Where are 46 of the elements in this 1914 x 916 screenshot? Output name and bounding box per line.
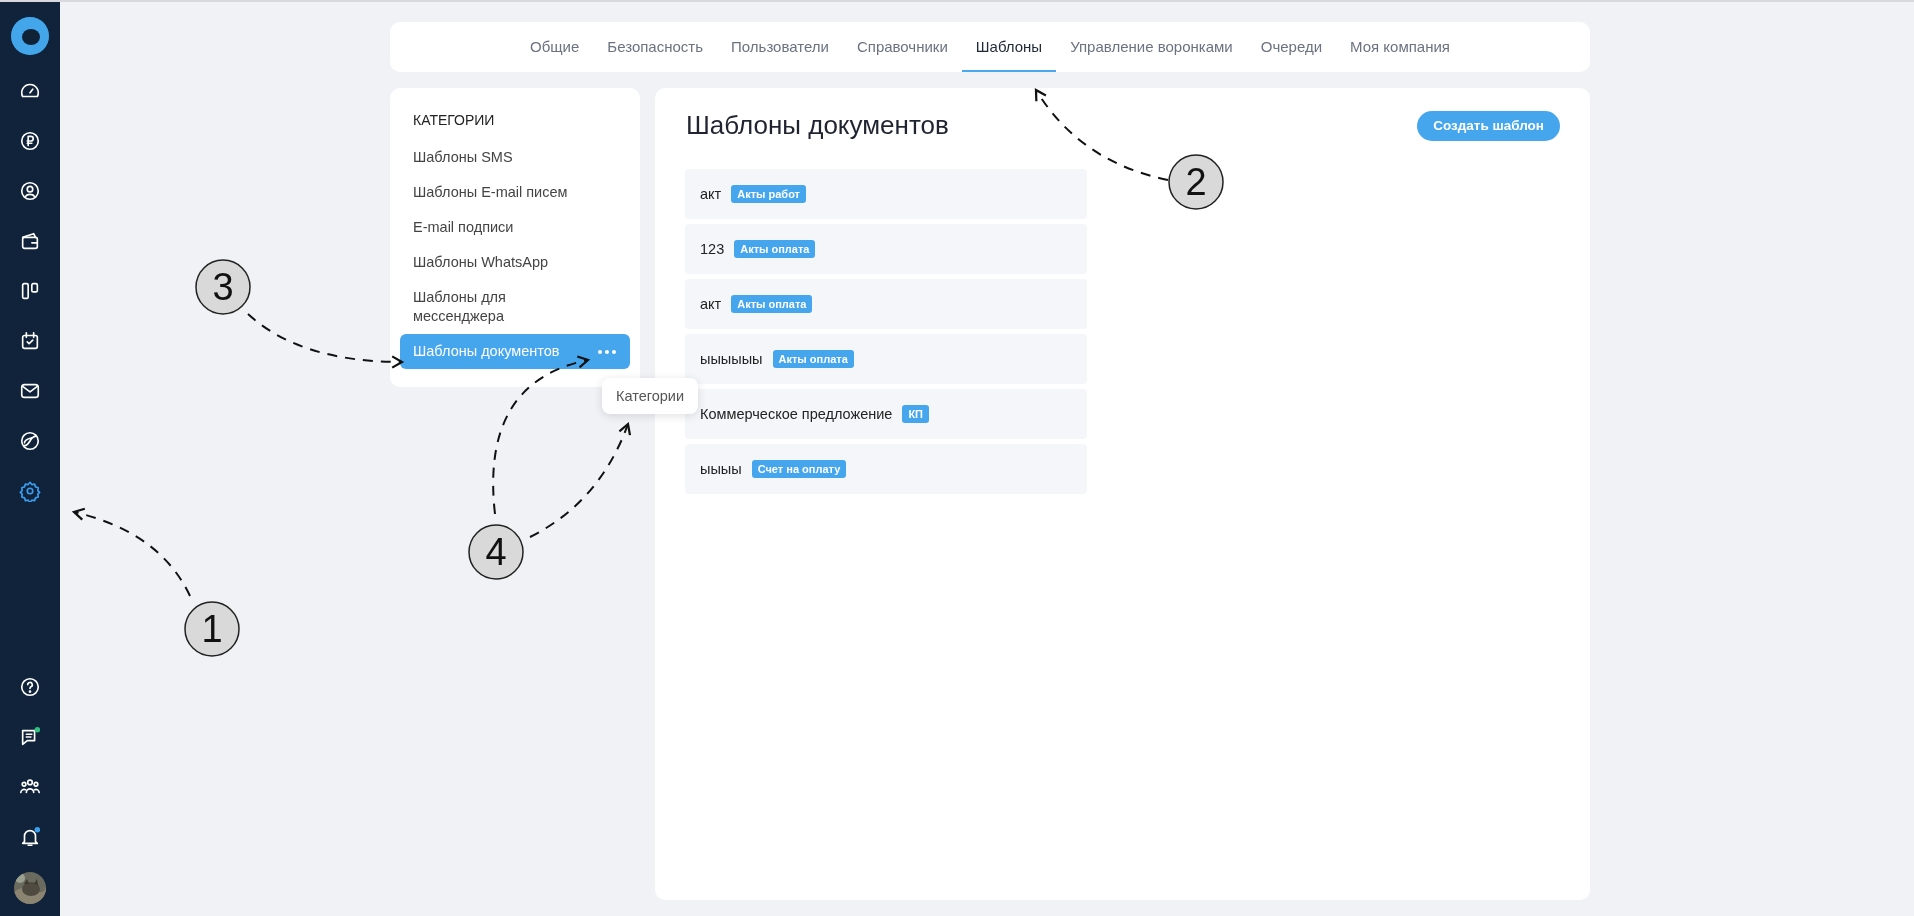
template-row[interactable]: 123 Акты оплата [685,224,1087,274]
tab[interactable]: Пользователи [717,22,843,72]
category-item[interactable]: Шаблоны для мессенджера [400,280,630,334]
template-row[interactable]: Коммерческое предложение КП [685,389,1087,439]
category-label: Шаблоны для мессенджера [413,288,507,326]
template-name: ыыыы [700,461,742,477]
category-label: Шаблоны SMS [413,148,513,167]
category-tag: Счет на оплату [751,460,847,478]
menu-item[interactable]: Категории [616,388,685,404]
template-name: акт [700,296,722,312]
category-tag: Акты оплата [731,295,813,313]
tab[interactable]: Справочники [842,22,962,72]
category-tag: КП [902,405,929,423]
tab[interactable]: Моя компания [1336,22,1464,72]
template-row[interactable]: акт Акты работ [685,169,1087,219]
category-item[interactable]: Шаблоны SMS [400,140,630,175]
tab[interactable]: Безопасность [593,22,717,72]
tab[interactable]: Общие [516,22,594,72]
category-tag: Акты оплата [734,240,816,258]
category-item[interactable]: Шаблоны WhatsApp [400,245,630,280]
template-row[interactable]: акт Акты оплата [685,279,1087,329]
category-label: Шаблоны E-mail писем [413,183,568,202]
tab[interactable]: Управление воронками [1056,22,1247,72]
logo-icon [10,16,50,56]
category-item[interactable]: E-mail подписи [400,210,630,245]
categories-heading: КАТЕГОРИИ [412,111,496,130]
category-tag: Акты работ [731,185,806,203]
category-label: Шаблоны WhatsApp [413,253,549,272]
step-marker: 2 [1168,154,1224,210]
step-marker: 3 [195,259,251,315]
tab[interactable]: Шаблоны [961,22,1057,72]
step-marker: 1 [184,601,240,657]
template-name: акт [700,186,722,202]
category-label: Шаблоны документов [413,342,560,361]
category-label: E-mail подписи [413,218,514,237]
template-name: ыыыыыы [700,351,763,367]
more-icon[interactable] [597,348,617,355]
page-title: Шаблоны документов [685,110,949,141]
tab[interactable]: Очереди [1246,22,1337,72]
template-name: 123 [700,241,725,257]
template-row[interactable]: ыыыы Счет на оплату [685,444,1087,494]
template-row[interactable]: ыыыыыы Акты оплата [685,334,1087,384]
step-marker: 4 [468,524,524,580]
category-tag: Акты оплата [772,350,854,368]
category-item[interactable]: Шаблоны E-mail писем [400,175,630,210]
template-name: Коммерческое предложение [700,406,893,422]
